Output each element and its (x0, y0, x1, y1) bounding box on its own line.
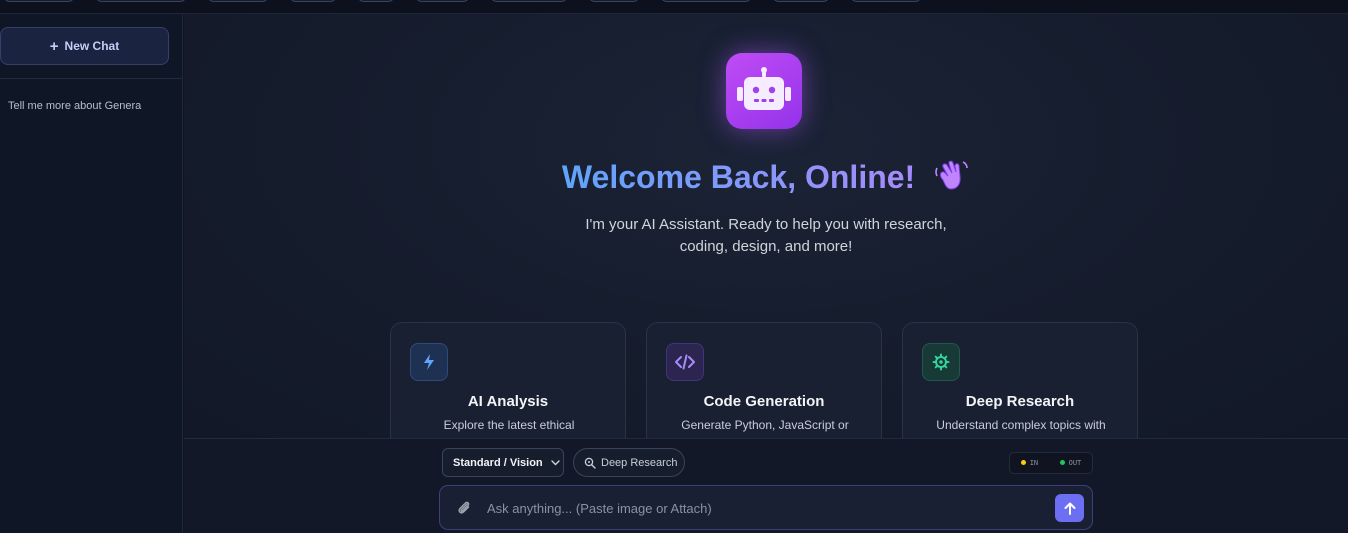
model-select-dropdown[interactable]: Standard / Vision (442, 448, 564, 477)
top-pill[interactable] (490, 0, 568, 2)
top-pill[interactable] (357, 0, 395, 2)
top-pill[interactable] (95, 0, 187, 2)
out-label: OUT (1068, 459, 1082, 467)
out-status-dot (1059, 460, 1065, 465)
sidebar: + New Chat Tell me more about Genera (0, 14, 183, 533)
send-button[interactable] (1055, 494, 1084, 522)
deep-research-toggle[interactable]: Deep Research (573, 448, 685, 477)
top-pill[interactable] (415, 0, 470, 2)
in-indicator: IN (1020, 459, 1039, 467)
model-select-label: Standard / Vision (453, 456, 543, 469)
card-description: Explore the latest ethical (443, 418, 575, 432)
top-pill[interactable] (850, 0, 922, 2)
new-chat-button[interactable]: + New Chat (0, 27, 169, 65)
welcome-subtitle: I'm your AI Assistant. Ready to help you… (585, 216, 947, 255)
top-pill[interactable] (772, 0, 830, 2)
welcome-title-text: Welcome Back, Online! (561, 159, 916, 195)
card-title: Code Generation (703, 393, 825, 410)
chat-composer: Standard / Vision Deep Research IN OUT (184, 438, 1348, 533)
top-pill[interactable] (289, 0, 337, 2)
top-pill[interactable] (660, 0, 752, 2)
welcome-title: Welcome Back, Online! (184, 158, 1348, 200)
main-content: Welcome Back, Online! I'm your AI Assist… (184, 14, 1348, 438)
chat-history-item[interactable]: Tell me more about Genera (8, 100, 178, 112)
io-status-indicator: IN OUT (1009, 452, 1093, 474)
card-description: Understand complex topics with (936, 418, 1106, 432)
card-title: Deep Research (965, 393, 1075, 410)
new-chat-label: New Chat (64, 39, 120, 53)
top-pill[interactable] (207, 0, 269, 2)
suggestion-card-deep-research[interactable]: Deep Research Understand complex topics … (902, 322, 1138, 438)
deep-research-label: Deep Research (601, 456, 678, 469)
chat-input-box (439, 485, 1093, 530)
chevron-down-icon (550, 459, 560, 465)
paperclip-icon[interactable] (456, 499, 472, 517)
search-icon (584, 457, 596, 469)
top-pill[interactable] (3, 0, 75, 2)
chat-input[interactable] (487, 497, 1037, 519)
card-description: Generate Python, JavaScript or (681, 418, 849, 432)
out-indicator: OUT (1059, 459, 1082, 467)
suggestion-card-ai-analysis[interactable]: AI Analysis Explore the latest ethical (390, 322, 626, 438)
in-label: IN (1029, 459, 1039, 467)
code-icon (666, 343, 704, 381)
robot-icon (726, 53, 802, 129)
top-toolbar (0, 0, 1348, 14)
in-status-dot (1020, 460, 1026, 465)
card-title: AI Analysis (467, 393, 549, 410)
bolt-icon (410, 343, 448, 381)
sidebar-divider (0, 78, 183, 79)
waving-hand-icon (934, 158, 970, 200)
suggestion-card-code-generation[interactable]: Code Generation Generate Python, JavaScr… (646, 322, 882, 438)
top-pill[interactable] (588, 0, 640, 2)
plus-icon: + (49, 37, 59, 55)
gear-icon (922, 343, 960, 381)
arrow-up-icon (1064, 502, 1075, 515)
